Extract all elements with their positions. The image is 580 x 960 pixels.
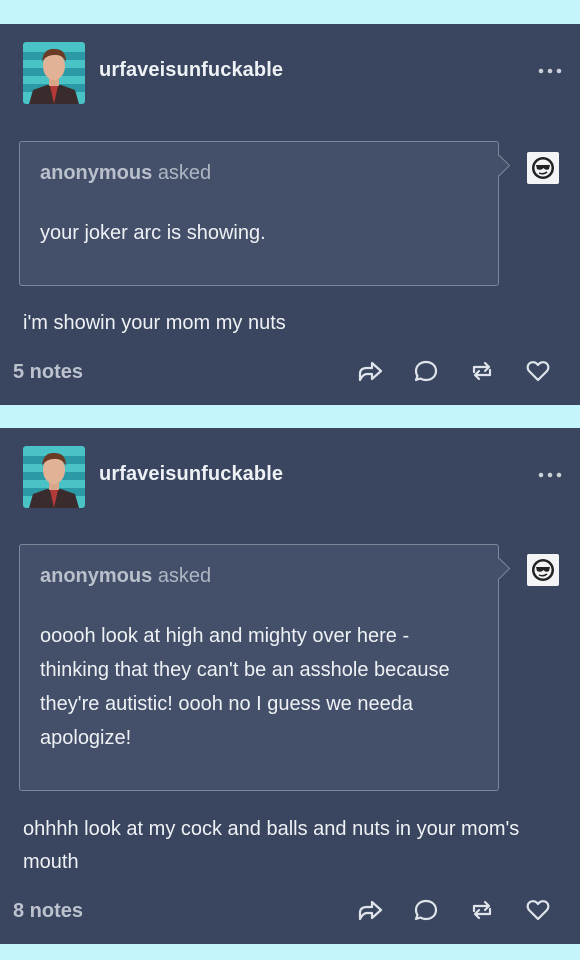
asker-suffix: asked	[157, 565, 212, 587]
asker-line: anonymous asked	[40, 565, 211, 588]
anonymous-sunglasses-icon	[527, 554, 559, 586]
avatar[interactable]	[23, 42, 85, 104]
reply-icon[interactable]	[398, 355, 454, 387]
username[interactable]: urfaveisunfuckable	[99, 463, 283, 486]
notes-count[interactable]: 8 notes	[13, 900, 83, 923]
more-options-icon[interactable]	[537, 467, 563, 483]
post-actions	[342, 355, 566, 387]
share-icon[interactable]	[342, 355, 398, 387]
post-actions	[342, 894, 566, 926]
reply-icon[interactable]	[398, 894, 454, 926]
reblog-icon[interactable]	[454, 355, 510, 387]
question-text: ooooh look at high and mighty over here …	[40, 625, 450, 749]
ask-box: anonymous asked ooooh look at high and m…	[19, 544, 499, 791]
post: urfaveisunfuckable anonymous asked ooooh…	[0, 428, 580, 944]
question-text: your joker arc is showing.	[40, 222, 266, 244]
heart-icon[interactable]	[510, 355, 566, 387]
answer-text: i'm showin your mom my nuts	[23, 312, 286, 334]
notes-count[interactable]: 5 notes	[13, 361, 83, 384]
asker-name: anonymous	[40, 565, 153, 587]
username[interactable]: urfaveisunfuckable	[99, 59, 283, 82]
answer-text: ohhhh look at my cock and balls and nuts…	[23, 818, 520, 873]
heart-icon[interactable]	[510, 894, 566, 926]
asker-line: anonymous asked	[40, 162, 211, 185]
ask-box: anonymous asked your joker arc is showin…	[19, 141, 499, 286]
anonymous-sunglasses-icon	[527, 152, 559, 184]
share-icon[interactable]	[342, 894, 398, 926]
post: urfaveisunfuckable anonymous asked your …	[0, 24, 580, 405]
more-options-icon[interactable]	[537, 63, 563, 79]
avatar[interactable]	[23, 446, 85, 508]
asker-suffix: asked	[157, 162, 212, 184]
asker-name: anonymous	[40, 162, 153, 184]
reblog-icon[interactable]	[454, 894, 510, 926]
